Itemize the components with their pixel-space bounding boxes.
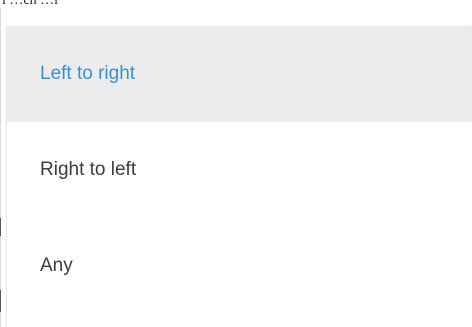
menu-item-left-to-right[interactable]: Left to right	[7, 26, 472, 122]
menu-item-label: Any	[40, 255, 73, 276]
background-text: l …ch …l	[2, 0, 58, 8]
direction-dropdown-menu: Left to right Right to left Any	[7, 26, 472, 327]
screen: l …ch …l Left to right Right to left Any	[0, 0, 472, 327]
menu-item-right-to-left[interactable]: Right to left	[7, 122, 472, 218]
menu-item-label: Right to left	[40, 159, 137, 180]
menu-item-any[interactable]: Any	[7, 218, 472, 314]
menu-item-label: Left to right	[40, 63, 136, 84]
background-edge-mark	[0, 218, 1, 236]
background-edge	[0, 8, 1, 327]
background-edge-mark	[0, 290, 1, 312]
